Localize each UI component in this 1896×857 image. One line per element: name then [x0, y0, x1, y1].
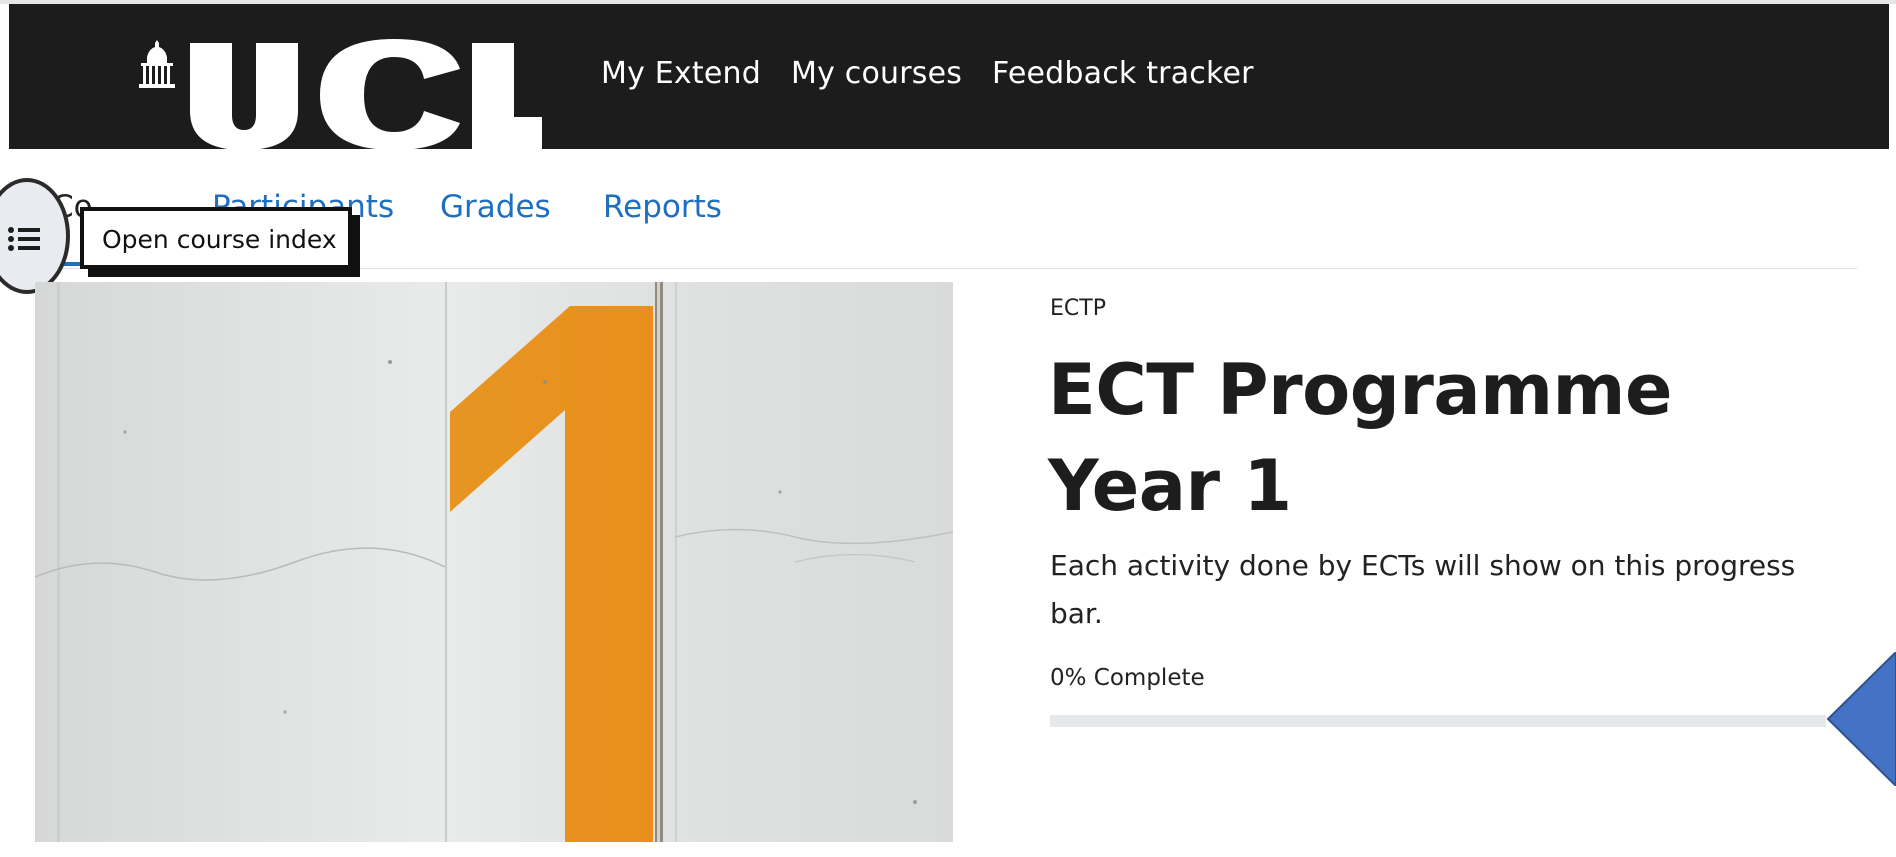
course-description: Each activity done by ECTs will show on … [1050, 549, 1796, 630]
tab-grades[interactable]: Grades [440, 189, 551, 225]
course-title: ECT Programme Year 1 [1048, 349, 1672, 527]
nav-link-feedback-tracker[interactable]: Feedback tracker [992, 56, 1254, 91]
course-shortname: ECTP [1050, 296, 1106, 321]
nav-link-my-extend[interactable]: My Extend [601, 56, 761, 91]
tab-reports[interactable]: Reports [603, 189, 722, 225]
portico-icon [139, 40, 175, 88]
list-icon [8, 227, 40, 251]
course-image [35, 282, 953, 842]
ucl-logo[interactable] [132, 35, 542, 150]
progress-bar [1050, 715, 1826, 727]
annotation-arrow-icon [1826, 652, 1896, 786]
course-image-graphic [35, 282, 953, 842]
nav-link-my-courses[interactable]: My courses [791, 56, 962, 91]
course-index-tooltip: Open course index [80, 207, 352, 269]
progress-label: 0% Complete [1050, 665, 1205, 691]
